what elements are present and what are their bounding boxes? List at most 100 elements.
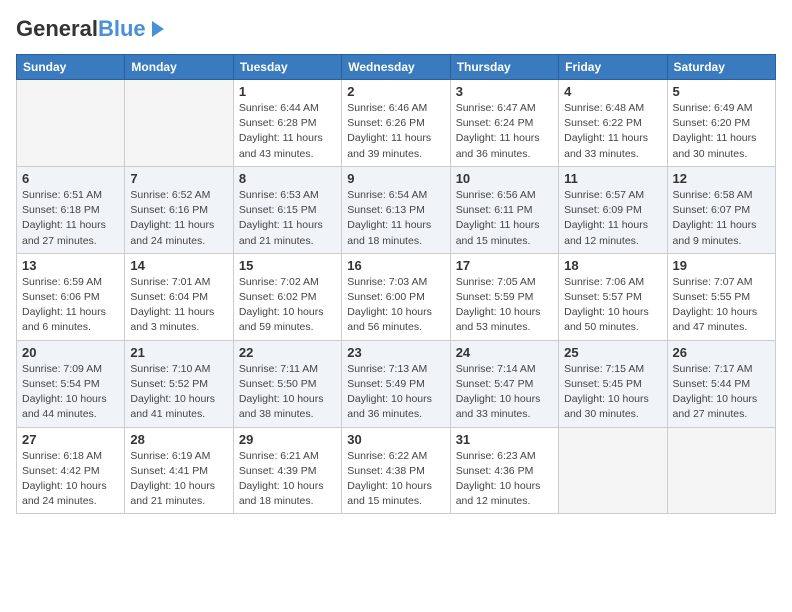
day-number: 12 <box>673 171 770 186</box>
day-info: Sunrise: 6:23 AMSunset: 4:36 PMDaylight:… <box>456 449 553 510</box>
day-info: Sunrise: 7:14 AMSunset: 5:47 PMDaylight:… <box>456 362 553 423</box>
col-header-tuesday: Tuesday <box>233 55 341 80</box>
calendar-cell: 30Sunrise: 6:22 AMSunset: 4:38 PMDayligh… <box>342 427 450 514</box>
calendar-week-row: 1Sunrise: 6:44 AMSunset: 6:28 PMDaylight… <box>17 80 776 167</box>
day-number: 24 <box>456 345 553 360</box>
day-number: 19 <box>673 258 770 273</box>
day-info: Sunrise: 7:10 AMSunset: 5:52 PMDaylight:… <box>130 362 227 423</box>
day-number: 5 <box>673 84 770 99</box>
calendar-cell <box>667 427 775 514</box>
calendar-cell: 14Sunrise: 7:01 AMSunset: 6:04 PMDayligh… <box>125 253 233 340</box>
day-number: 3 <box>456 84 553 99</box>
day-info: Sunrise: 6:54 AMSunset: 6:13 PMDaylight:… <box>347 188 444 249</box>
logo-arrow-icon <box>148 19 168 39</box>
calendar-cell: 31 Sunrise: 6:23 AMSunset: 4:36 PMDayligh… <box>450 427 558 514</box>
calendar-cell: 22 Sunrise: 7:11 AMSunset: 5:50 PMDayligh… <box>233 340 341 427</box>
day-info: Sunrise: 7:07 AMSunset: 5:55 PMDaylight:… <box>673 275 770 336</box>
day-info: Sunrise: 6:59 AMSunset: 6:06 PMDaylight:… <box>22 275 119 336</box>
calendar-cell: 23 Sunrise: 7:13 AMSunset: 5:49 PMDayligh… <box>342 340 450 427</box>
day-number: 27 <box>22 432 119 447</box>
day-info: Sunrise: 6:57 AMSunset: 6:09 PMDaylight:… <box>564 188 661 249</box>
day-number: 8 <box>239 171 336 186</box>
calendar-cell: 12Sunrise: 6:58 AMSunset: 6:07 PMDayligh… <box>667 166 775 253</box>
day-info: Sunrise: 6:53 AMSunset: 6:15 PMDaylight:… <box>239 188 336 249</box>
day-number: 9 <box>347 171 444 186</box>
day-info: Sunrise: 7:15 AMSunset: 5:45 PMDaylight:… <box>564 362 661 423</box>
calendar-cell: 11Sunrise: 6:57 AMSunset: 6:09 PMDayligh… <box>559 166 667 253</box>
calendar-cell: 8 Sunrise: 6:53 AMSunset: 6:15 PMDaylight… <box>233 166 341 253</box>
day-info: Sunrise: 6:51 AMSunset: 6:18 PMDaylight:… <box>22 188 119 249</box>
calendar-table: SundayMondayTuesdayWednesdayThursdayFrid… <box>16 54 776 514</box>
day-info: Sunrise: 7:13 AMSunset: 5:49 PMDaylight:… <box>347 362 444 423</box>
col-header-saturday: Saturday <box>667 55 775 80</box>
day-number: 31 <box>456 432 553 447</box>
calendar-cell: 25Sunrise: 7:15 AMSunset: 5:45 PMDayligh… <box>559 340 667 427</box>
day-number: 13 <box>22 258 119 273</box>
day-info: Sunrise: 6:46 AMSunset: 6:26 PMDaylight:… <box>347 101 444 162</box>
logo-general: General <box>16 16 98 41</box>
day-number: 29 <box>239 432 336 447</box>
calendar-cell: 18 Sunrise: 7:06 AMSunset: 5:57 PMDayligh… <box>559 253 667 340</box>
day-info: Sunrise: 7:03 AMSunset: 6:00 PMDaylight:… <box>347 275 444 336</box>
calendar-cell <box>125 80 233 167</box>
day-number: 17 <box>456 258 553 273</box>
day-info: Sunrise: 7:11 AMSunset: 5:50 PMDaylight:… <box>239 362 336 423</box>
day-number: 2 <box>347 84 444 99</box>
calendar-cell: 2 Sunrise: 6:46 AMSunset: 6:26 PMDaylight… <box>342 80 450 167</box>
calendar-cell: 4 Sunrise: 6:48 AMSunset: 6:22 PMDaylight… <box>559 80 667 167</box>
day-info: Sunrise: 6:56 AMSunset: 6:11 PMDaylight:… <box>456 188 553 249</box>
day-number: 28 <box>130 432 227 447</box>
calendar-cell: 27 Sunrise: 6:18 AMSunset: 4:42 PMDayligh… <box>17 427 125 514</box>
calendar-cell: 1Sunrise: 6:44 AMSunset: 6:28 PMDaylight… <box>233 80 341 167</box>
page-header: GeneralBlue <box>16 16 776 42</box>
calendar-week-row: 13 Sunrise: 6:59 AMSunset: 6:06 PMDayligh… <box>17 253 776 340</box>
day-info: Sunrise: 7:06 AMSunset: 5:57 PMDaylight:… <box>564 275 661 336</box>
day-info: Sunrise: 6:47 AMSunset: 6:24 PMDaylight:… <box>456 101 553 162</box>
day-info: Sunrise: 7:05 AMSunset: 5:59 PMDaylight:… <box>456 275 553 336</box>
day-number: 26 <box>673 345 770 360</box>
calendar-cell: 29 Sunrise: 6:21 AMSunset: 4:39 PMDayligh… <box>233 427 341 514</box>
day-number: 22 <box>239 345 336 360</box>
day-info: Sunrise: 7:09 AMSunset: 5:54 PMDaylight:… <box>22 362 119 423</box>
day-info: Sunrise: 6:48 AMSunset: 6:22 PMDaylight:… <box>564 101 661 162</box>
calendar-cell: 19 Sunrise: 7:07 AMSunset: 5:55 PMDayligh… <box>667 253 775 340</box>
calendar-week-row: 27 Sunrise: 6:18 AMSunset: 4:42 PMDayligh… <box>17 427 776 514</box>
col-header-thursday: Thursday <box>450 55 558 80</box>
day-number: 23 <box>347 345 444 360</box>
day-info: Sunrise: 6:21 AMSunset: 4:39 PMDaylight:… <box>239 449 336 510</box>
calendar-cell: 21Sunrise: 7:10 AMSunset: 5:52 PMDayligh… <box>125 340 233 427</box>
calendar-cell: 16 Sunrise: 7:03 AMSunset: 6:00 PMDayligh… <box>342 253 450 340</box>
day-number: 7 <box>130 171 227 186</box>
calendar-cell: 9 Sunrise: 6:54 AMSunset: 6:13 PMDaylight… <box>342 166 450 253</box>
day-number: 18 <box>564 258 661 273</box>
day-info: Sunrise: 7:17 AMSunset: 5:44 PMDaylight:… <box>673 362 770 423</box>
calendar-cell: 5 Sunrise: 6:49 AMSunset: 6:20 PMDaylight… <box>667 80 775 167</box>
day-number: 16 <box>347 258 444 273</box>
calendar-week-row: 20 Sunrise: 7:09 AMSunset: 5:54 PMDayligh… <box>17 340 776 427</box>
col-header-friday: Friday <box>559 55 667 80</box>
col-header-monday: Monday <box>125 55 233 80</box>
calendar-cell: 13 Sunrise: 6:59 AMSunset: 6:06 PMDayligh… <box>17 253 125 340</box>
calendar-cell: 6 Sunrise: 6:51 AMSunset: 6:18 PMDaylight… <box>17 166 125 253</box>
day-info: Sunrise: 6:52 AMSunset: 6:16 PMDaylight:… <box>130 188 227 249</box>
day-info: Sunrise: 6:18 AMSunset: 4:42 PMDaylight:… <box>22 449 119 510</box>
calendar-cell: 17 Sunrise: 7:05 AMSunset: 5:59 PMDayligh… <box>450 253 558 340</box>
calendar-cell: 10Sunrise: 6:56 AMSunset: 6:11 PMDayligh… <box>450 166 558 253</box>
day-number: 6 <box>22 171 119 186</box>
day-info: Sunrise: 6:49 AMSunset: 6:20 PMDaylight:… <box>673 101 770 162</box>
calendar-header-row: SundayMondayTuesdayWednesdayThursdayFrid… <box>17 55 776 80</box>
day-number: 30 <box>347 432 444 447</box>
col-header-sunday: Sunday <box>17 55 125 80</box>
calendar-week-row: 6 Sunrise: 6:51 AMSunset: 6:18 PMDaylight… <box>17 166 776 253</box>
day-number: 20 <box>22 345 119 360</box>
col-header-wednesday: Wednesday <box>342 55 450 80</box>
day-info: Sunrise: 6:19 AMSunset: 4:41 PMDaylight:… <box>130 449 227 510</box>
logo: GeneralBlue <box>16 16 168 42</box>
calendar-cell: 3 Sunrise: 6:47 AMSunset: 6:24 PMDaylight… <box>450 80 558 167</box>
day-number: 15 <box>239 258 336 273</box>
calendar-cell: 28 Sunrise: 6:19 AMSunset: 4:41 PMDayligh… <box>125 427 233 514</box>
day-info: Sunrise: 6:44 AMSunset: 6:28 PMDaylight:… <box>239 101 336 162</box>
day-number: 14 <box>130 258 227 273</box>
calendar-cell <box>17 80 125 167</box>
day-number: 4 <box>564 84 661 99</box>
